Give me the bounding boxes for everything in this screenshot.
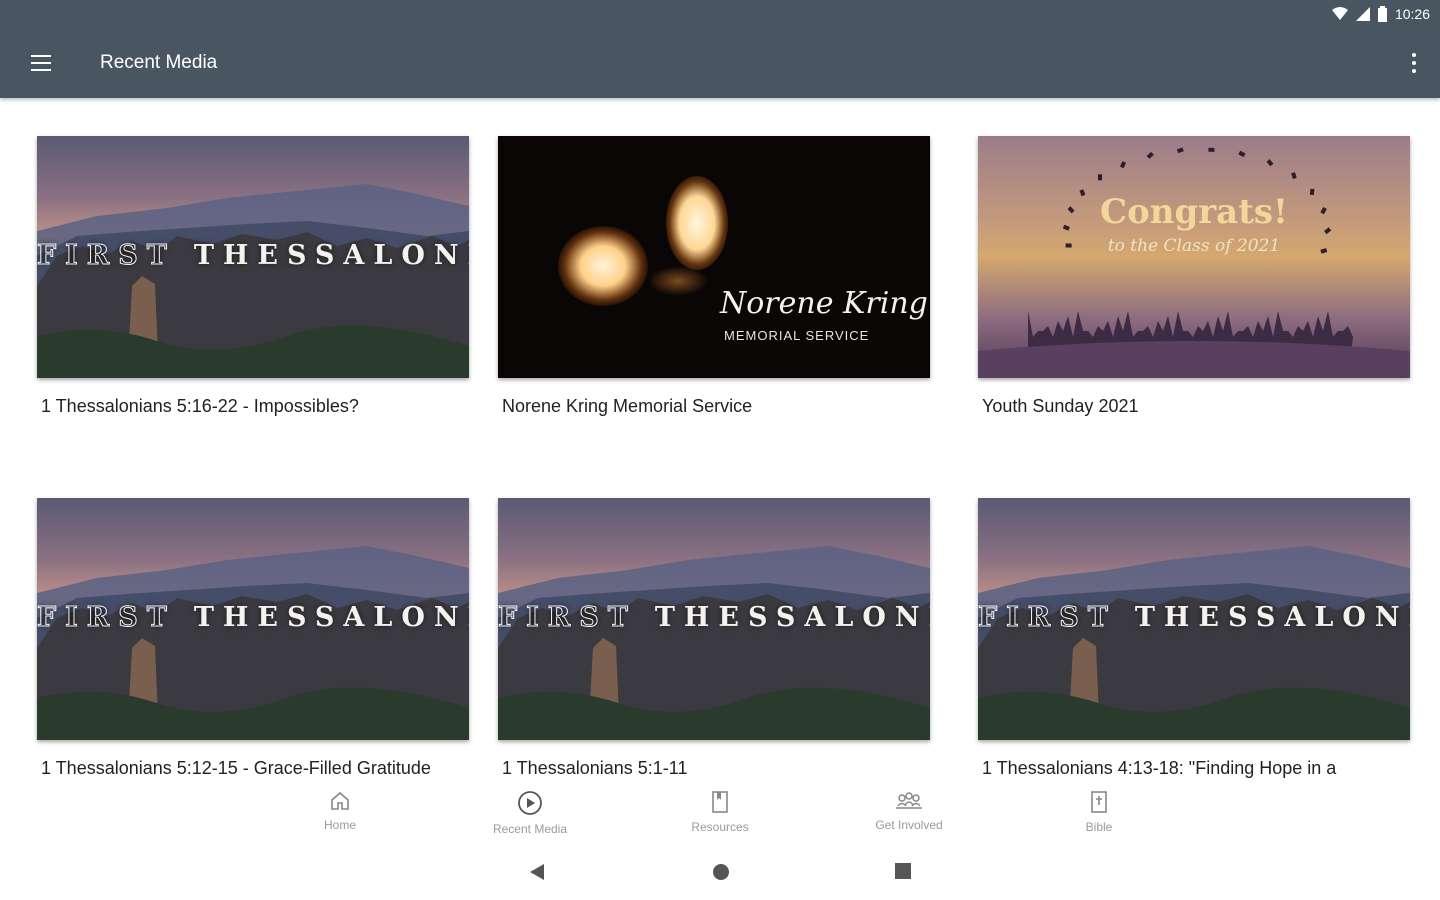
candle-glow	[648, 266, 708, 296]
nav-resources-label: Resources	[691, 820, 749, 834]
media-grid: FIRSTTHESSALONIANS 1 Thessalonians 5:16-2…	[0, 98, 1440, 784]
nav-resources[interactable]: Resources	[660, 790, 780, 834]
bottom-navigation: Home Recent Media Resources Get Involved…	[0, 784, 1440, 844]
menu-button[interactable]	[22, 44, 60, 82]
book-icon	[712, 791, 728, 813]
media-title[interactable]: 1 Thessalonians 5:1-11	[498, 756, 930, 784]
media-title[interactable]: 1 Thessalonians 5:16-22 - Impossibles?	[37, 394, 469, 442]
group-icon	[896, 792, 922, 809]
media-card[interactable]: FIRSTTHESSALONIANS 1 Thessalonians 5:1-11	[498, 498, 930, 784]
nav-get-involved-label: Get Involved	[875, 818, 943, 832]
overflow-menu-button[interactable]	[1406, 46, 1422, 80]
menu-icon	[31, 55, 51, 57]
thumbnail-text: Norene Kring	[720, 286, 928, 321]
graduation-scene	[978, 147, 1410, 378]
media-card[interactable]: Congrats! to the Class of 2021 Youth Sunda…	[978, 136, 1410, 442]
media-card[interactable]: FIRSTTHESSALONIANS 1 Thessalonians 4:13-1…	[978, 498, 1410, 784]
nav-home[interactable]: Home	[280, 790, 400, 832]
nav-get-involved[interactable]: Get Involved	[849, 790, 969, 832]
signal-icon	[1355, 7, 1370, 21]
recents-icon[interactable]	[894, 862, 912, 880]
media-card[interactable]: FIRSTTHESSALONIANS 1 Thessalonians 5:16-2…	[37, 136, 469, 442]
media-title[interactable]: 1 Thessalonians 4:13-18: "Finding Hope i…	[978, 756, 1410, 784]
system-navigation-bar	[0, 844, 1440, 900]
nav-bible[interactable]: Bible	[1039, 790, 1159, 834]
home-circle-icon[interactable]	[711, 862, 731, 882]
media-thumbnail[interactable]: Norene Kring MEMORIAL SERVICE	[498, 136, 930, 378]
status-time: 10:26	[1394, 6, 1430, 22]
nav-home-label: Home	[323, 818, 356, 832]
thumbnail-subtext: MEMORIAL SERVICE	[724, 328, 870, 343]
candle-glow	[558, 226, 648, 306]
nav-recent-media[interactable]: Recent Media	[470, 790, 590, 836]
status-bar: 10:26	[0, 0, 1440, 28]
thumbnail-text: Congrats!	[1100, 192, 1288, 232]
media-thumbnail[interactable]: Congrats! to the Class of 2021	[978, 136, 1410, 378]
thumbnail-text: FIRSTTHESSALONIANS	[498, 602, 930, 634]
thumbnail-subtext: to the Class of 2021	[1107, 236, 1281, 256]
media-title[interactable]: Youth Sunday 2021	[978, 394, 1410, 442]
media-card[interactable]: FIRSTTHESSALONIANS 1 Thessalonians 5:12-1…	[37, 498, 469, 784]
thumbnail-text: FIRSTTHESSALONIANS	[37, 602, 469, 634]
media-title[interactable]: 1 Thessalonians 5:12-15 - Grace-Filled G…	[37, 756, 469, 784]
wifi-icon	[1331, 7, 1348, 20]
media-thumbnail[interactable]: FIRSTTHESSALONIANS	[37, 136, 469, 378]
media-thumbnail[interactable]: FIRSTTHESSALONIANS	[978, 498, 1410, 740]
media-thumbnail[interactable]: FIRSTTHESSALONIANS	[37, 498, 469, 740]
app-bar: Recent Media	[0, 28, 1440, 98]
bible-icon	[1091, 791, 1107, 813]
back-icon[interactable]	[528, 862, 546, 882]
media-title[interactable]: Norene Kring Memorial Service	[498, 394, 930, 442]
page-title: Recent Media	[100, 52, 218, 73]
nav-recent-media-label: Recent Media	[492, 822, 568, 836]
play-circle-icon	[518, 791, 542, 815]
battery-icon	[1377, 6, 1387, 22]
status-icons: 10:26	[1331, 6, 1430, 22]
media-card[interactable]: Norene Kring MEMORIAL SERVICE Norene Kring…	[498, 136, 930, 442]
nav-bible-label: Bible	[1085, 820, 1113, 834]
candle-glow	[666, 176, 728, 270]
thumbnail-text: FIRSTTHESSALONIANS	[37, 240, 469, 272]
home-icon	[331, 791, 349, 810]
thumbnail-text: FIRSTTHESSALONIANS	[978, 602, 1410, 634]
more-vert-icon	[1412, 53, 1416, 57]
media-thumbnail[interactable]: FIRSTTHESSALONIANS	[498, 498, 930, 740]
